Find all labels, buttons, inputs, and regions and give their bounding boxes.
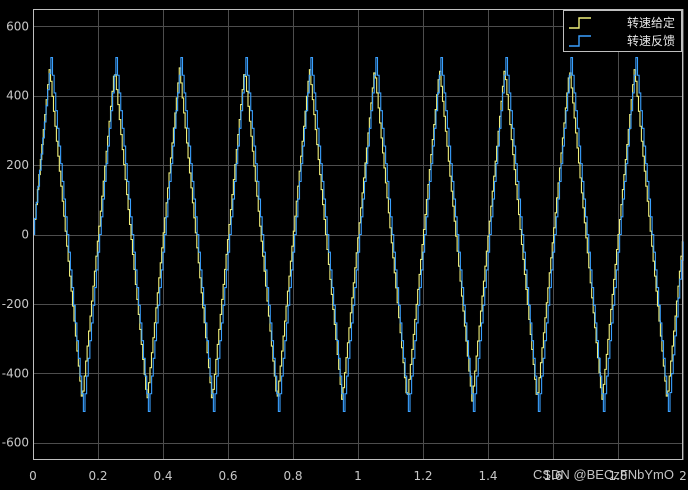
watermark-text: CSDN @BECzFNbYmO	[532, 467, 674, 482]
y-tick-label: -600	[2, 436, 29, 450]
x-tick-label: 0.8	[283, 469, 302, 483]
y-tick-label: 0	[21, 228, 29, 242]
x-tick-label: 0	[29, 469, 37, 483]
y-tick-labels: -600 -400 -200 0 200 400 600	[2, 19, 29, 449]
y-tick-label: 400	[6, 89, 29, 103]
x-tick-label: 1.2	[413, 469, 432, 483]
y-tick-label: -400	[2, 366, 29, 380]
scope-plot: 0 0.2 0.4 0.6 0.8 1 1.2 1.4 1.6 1.8 2 -600-400-200…	[2, 9, 687, 483]
x-tick-label: 2	[679, 469, 687, 483]
x-tick-label: 0.2	[88, 469, 107, 483]
legend: 转速给定转速反馈	[563, 10, 682, 52]
legend-label: 转速反馈	[627, 33, 675, 48]
y-tick-label: -200	[2, 297, 29, 311]
x-tick-label: 1	[354, 469, 362, 483]
y-tick-label: 200	[6, 158, 29, 172]
y-tick-label: 600	[6, 19, 29, 33]
legend-label: 转速给定	[627, 15, 675, 30]
x-tick-label: 0.6	[218, 469, 237, 483]
x-tick-label: 0.4	[153, 469, 172, 483]
x-tick-label: 1.4	[478, 469, 497, 483]
